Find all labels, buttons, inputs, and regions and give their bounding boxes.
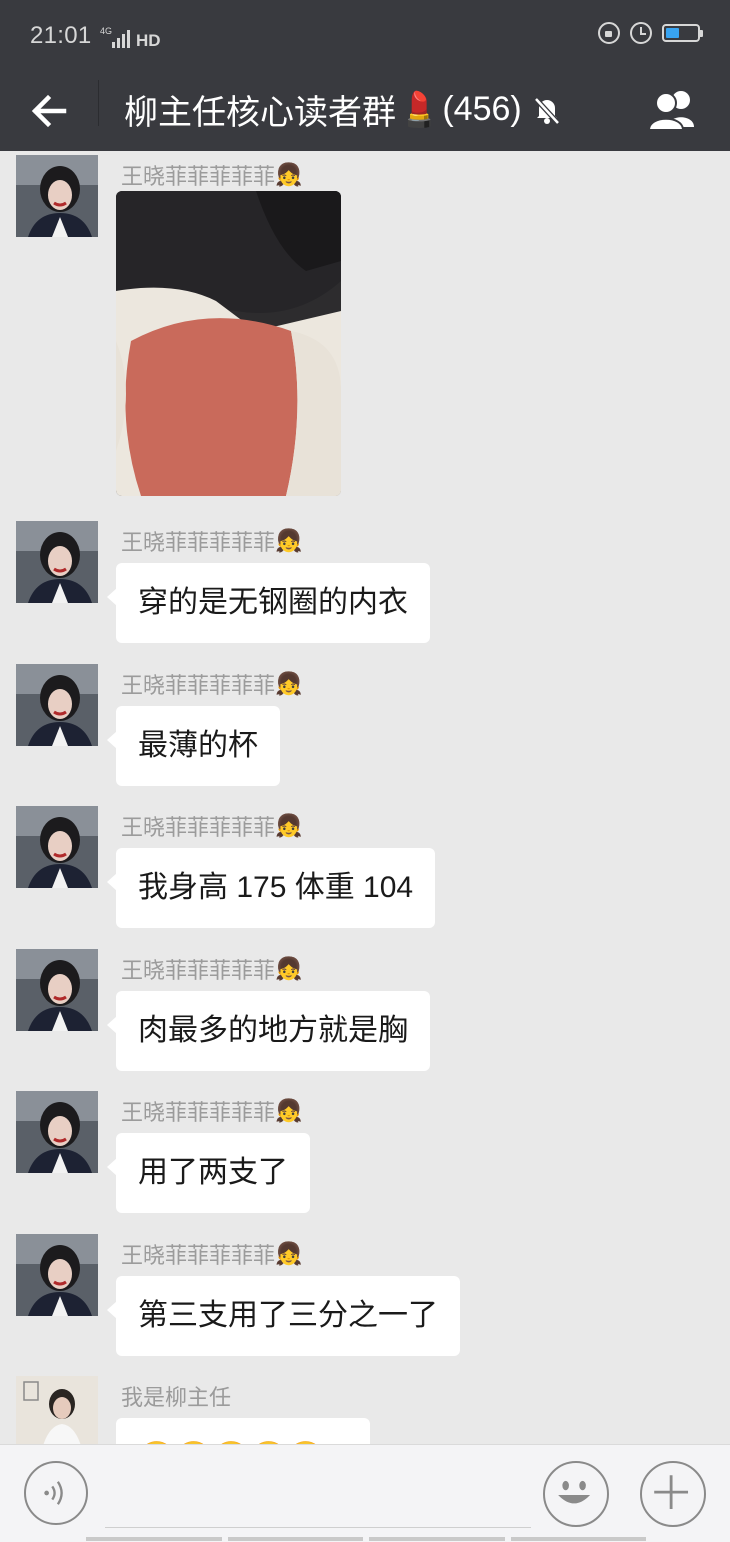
input-bar [0,1444,730,1542]
message-list[interactable]: 王晓菲菲菲菲菲 👧 王晓菲菲菲菲菲 👧 穿的是无钢圈的内衣 王晓菲菲菲菲菲 👧 … [0,151,730,1444]
battery-icon [662,24,703,42]
text-bubble[interactable]: 第三支用了三分之一了 [107,1276,460,1356]
text-bubble[interactable]: 最薄的杯 [107,706,280,786]
sender-name: 王晓菲菲菲菲菲 👧 [121,671,303,698]
avatar[interactable] [16,155,98,237]
chat-header: 柳主任核心读者群 💄 (456) [0,75,730,151]
sender-name: 我是柳主任 [121,1385,232,1410]
sender-name: 王晓菲菲菲菲菲 👧 [121,813,303,840]
image-message[interactable] [116,191,341,496]
chat-title: 柳主任核心读者群 💄 (456) [124,85,564,134]
sender-name: 王晓菲菲菲菲菲 👧 [121,1098,303,1125]
girl-emoji: 👧 [275,1098,303,1123]
avatar[interactable] [16,949,98,1031]
navigation-hint [86,1537,646,1541]
sender-name: 王晓菲菲菲菲菲 👧 [121,528,303,555]
text-bubble[interactable]: 😬😬😬😬😬 [107,1418,370,1444]
plus-icon[interactable] [640,1461,706,1527]
avatar[interactable] [16,806,98,888]
lock-rotation-icon [598,22,620,44]
member-count: (456) [442,90,522,128]
girl-emoji: 👧 [275,671,303,696]
text-bubble[interactable]: 穿的是无钢圈的内衣 [107,563,430,643]
status-time: 21:01 [30,22,92,49]
mute-bell-icon [533,96,560,125]
header-divider [98,80,99,126]
avatar[interactable] [16,1376,98,1444]
lipstick-emoji: 💄 [398,90,441,129]
signal-icon: 4G HD [100,26,161,50]
girl-emoji: 👧 [275,813,303,838]
text-bubble[interactable]: 用了两支了 [107,1133,310,1213]
avatar[interactable] [16,1234,98,1316]
girl-emoji: 👧 [275,528,303,553]
girl-emoji: 👧 [275,956,303,981]
status-bar: 21:01 4G HD [0,0,730,75]
network-type-label: 4G [100,26,112,36]
message-input[interactable] [105,1465,531,1528]
girl-emoji: 👧 [275,1241,303,1266]
avatar[interactable] [16,521,98,603]
text-bubble[interactable]: 肉最多的地方就是胸 [107,991,430,1071]
sender-name: 王晓菲菲菲菲菲 👧 [121,956,303,983]
text-bubble[interactable]: 我身高 175 体重 104 [106,848,436,928]
group-name: 柳主任核心读者群 [124,94,396,132]
group-members-icon[interactable] [644,83,702,141]
hd-label: HD [136,31,161,50]
girl-emoji: 👧 [275,162,303,187]
sender-name: 王晓菲菲菲菲菲 👧 [121,162,303,189]
sender-name: 王晓菲菲菲菲菲 👧 [121,1241,303,1268]
avatar[interactable] [16,1091,98,1173]
voice-icon[interactable] [24,1461,88,1525]
back-arrow-icon[interactable] [22,83,82,143]
avatar[interactable] [16,664,98,746]
emoji-icon[interactable] [543,1461,609,1527]
alarm-icon [630,22,652,44]
